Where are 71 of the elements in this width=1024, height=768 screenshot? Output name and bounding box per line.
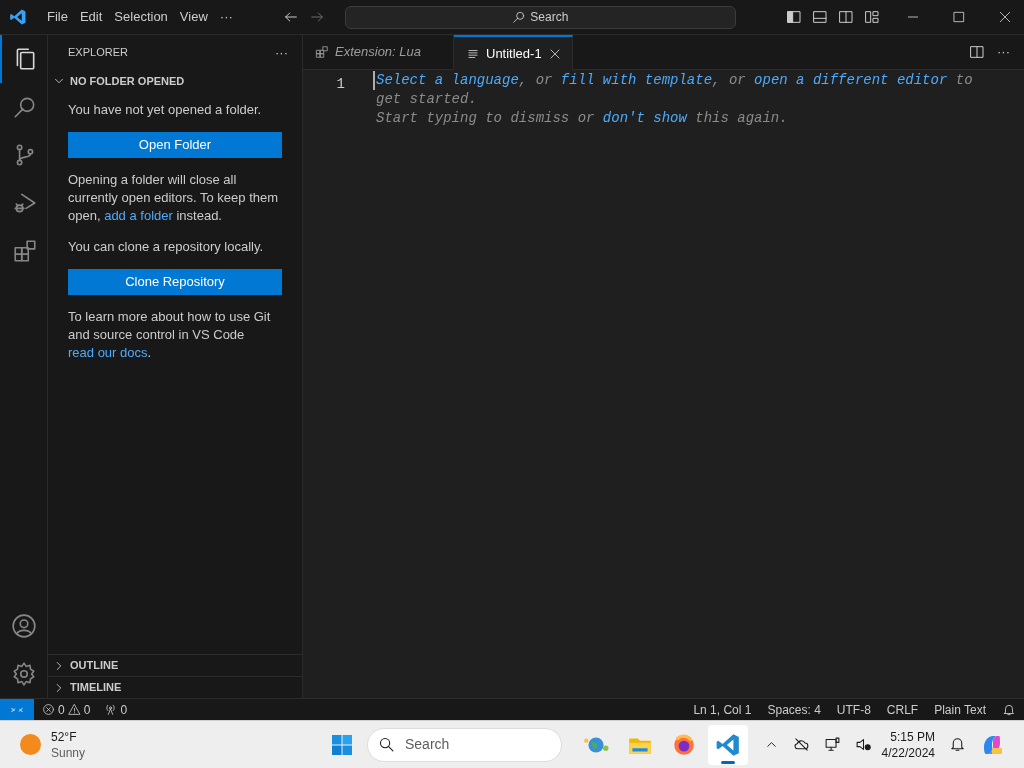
split-editor-icon[interactable] [969, 44, 985, 60]
app-logo-icon[interactable] [9, 8, 27, 26]
clock[interactable]: 5:15 PM 4/22/2024 [881, 728, 935, 761]
back-icon[interactable] [282, 9, 299, 25]
hint-text: Select a language, or fill with template, or open a different editor to [376, 71, 973, 90]
warning-icon [67, 703, 81, 716]
line-number: 1 [336, 76, 345, 92]
more-actions-button[interactable]: ··· [275, 42, 288, 63]
remote-button[interactable] [0, 698, 34, 721]
close-icon[interactable] [997, 10, 1012, 24]
editor-tab[interactable]: Extension: Lua [303, 35, 454, 70]
taskbar-app[interactable] [708, 724, 748, 765]
search-icon [512, 10, 527, 24]
link[interactable]: add a folder [104, 208, 173, 223]
antenna-icon [104, 703, 118, 716]
info-text: Opening a folder will close all currently open editors. To keep them open, add a folder instead. [68, 171, 280, 225]
more-actions-button[interactable]: ··· [997, 42, 1010, 62]
close-icon[interactable] [547, 46, 562, 61]
info-text: You have not yet opened a folder. [68, 101, 263, 119]
temperature-text: 52°F [51, 728, 78, 745]
ports-button[interactable]: 0 [104, 700, 128, 719]
error-icon [42, 703, 55, 716]
secondary-sidebar-icon[interactable] [837, 9, 854, 25]
account-icon[interactable] [10, 613, 37, 639]
menu-item[interactable]: Selection [108, 5, 174, 29]
volume-muted-icon[interactable] [854, 736, 872, 753]
link[interactable]: Select a language [376, 72, 519, 88]
cloud-off-icon[interactable] [792, 736, 810, 753]
status-item[interactable]: Ln 1, Col 1 [685, 700, 760, 719]
sidebar-title: EXPLORER [68, 45, 128, 61]
active-indicator [721, 760, 735, 764]
primary-button[interactable]: Open Folder [68, 132, 282, 158]
weather-condition: Sunny [51, 744, 86, 761]
gear-icon[interactable] [10, 661, 37, 687]
status-item[interactable]: UTF-8 [828, 700, 879, 719]
primary-sidebar-icon[interactable] [785, 9, 802, 25]
editor-tab[interactable]: Untitled-1 [454, 35, 573, 70]
info-text: You can clone a repository locally. [68, 238, 265, 256]
hint-text: Start typing to dismiss or don't show this again. [376, 109, 789, 128]
link[interactable]: open a different editor [754, 72, 948, 88]
extensions-icon[interactable] [11, 238, 38, 264]
status-item[interactable]: CRLF [878, 700, 927, 719]
maximize-icon[interactable] [951, 10, 966, 24]
panel-icon[interactable] [811, 9, 828, 25]
link[interactable]: fill with template [560, 72, 713, 88]
primary-button[interactable]: Clone Repository [68, 269, 282, 295]
network-icon[interactable] [823, 736, 841, 753]
sun-icon [20, 734, 41, 755]
section-header[interactable]: NO FOLDER OPENED [48, 70, 302, 92]
problems-button[interactable]: 0 0 [42, 700, 91, 719]
menu-item[interactable]: View [173, 5, 214, 29]
bell-icon[interactable] [1002, 702, 1016, 717]
status-item[interactable]: Plain Text [926, 700, 994, 719]
extensions-icon [315, 45, 329, 59]
menu-item[interactable]: Edit [73, 5, 109, 29]
weather-widget[interactable]: 52°F Sunny [20, 728, 330, 761]
menu-item[interactable]: File [41, 5, 74, 29]
search-field[interactable]: Search [344, 5, 736, 29]
info-text: To learn more about how to use Git and source control in VS Code read our docs. [68, 308, 272, 362]
link[interactable]: read our docs [68, 345, 148, 360]
bell-icon[interactable] [949, 736, 966, 753]
link[interactable]: don't show [602, 110, 687, 126]
status-item[interactable]: Spaces: 4 [759, 700, 829, 719]
app-logo-icon [715, 731, 741, 758]
start-icon[interactable] [330, 732, 354, 757]
layout-icon[interactable] [863, 9, 880, 25]
hint-text: get started. [376, 90, 478, 109]
section-header[interactable]: OUTLINE [48, 654, 302, 676]
search-icon [378, 736, 395, 753]
menu-item[interactable]: ··· [213, 5, 239, 29]
taskbar-search-field[interactable]: Search [367, 727, 562, 762]
